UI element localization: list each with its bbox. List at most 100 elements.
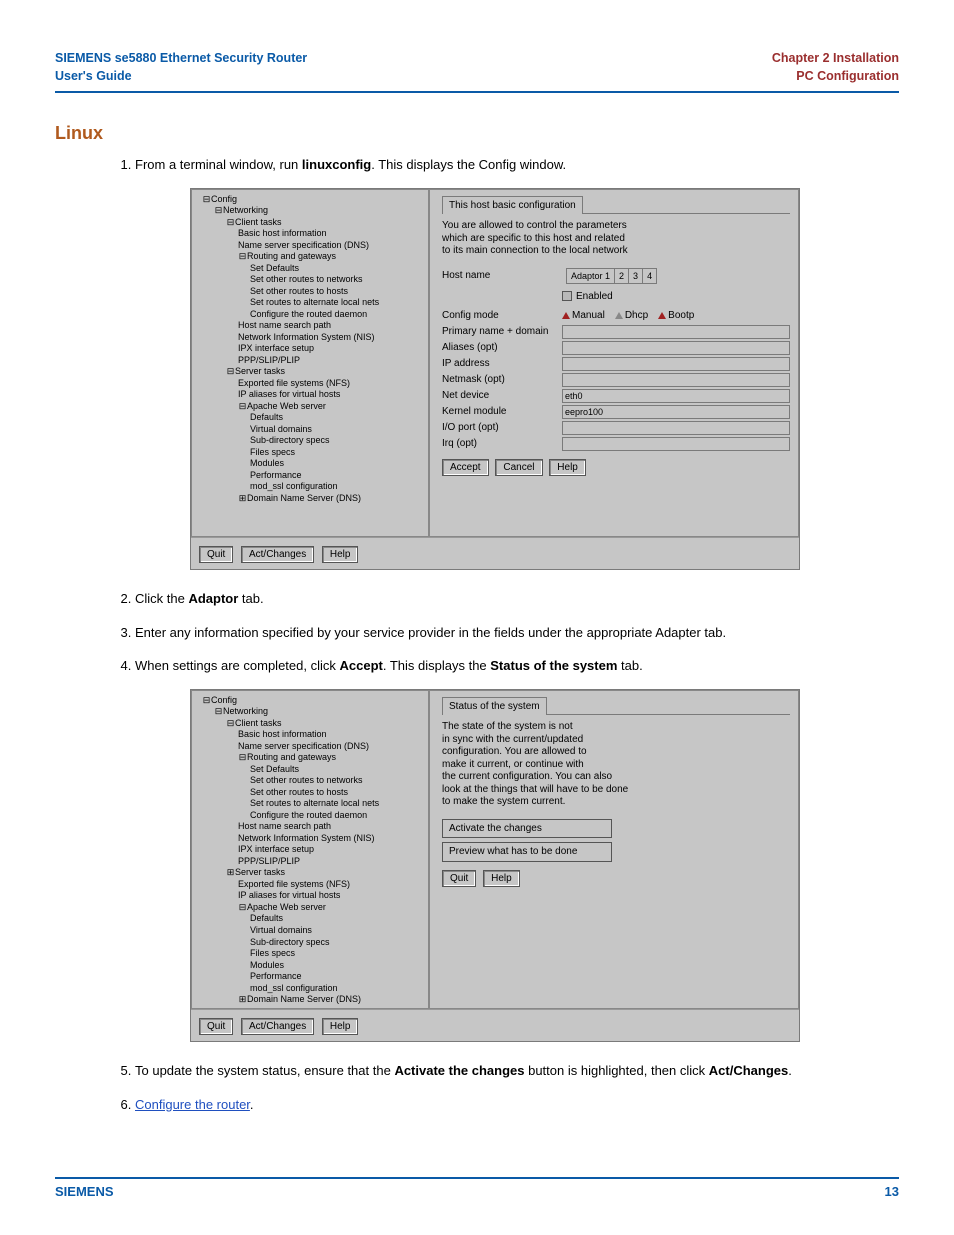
ipaddr-input[interactable] [562,357,790,371]
footer-brand: SIEMENS [55,1184,114,1199]
tree-nis[interactable]: Network Information System (NIS) [194,332,426,344]
enabled-label: Enabled [576,290,613,304]
tree-apache-defaults[interactable]: Defaults [194,412,426,424]
step-list: From a terminal window, run linuxconfig.… [55,156,899,1113]
netmask-input[interactable] [562,373,790,387]
page-footer: SIEMENS 13 [55,1177,899,1199]
kmod-input[interactable]: eepro100 [562,405,790,419]
tree-mod-ssl[interactable]: mod_ssl configuration [194,481,426,493]
step-2-pre: Click the [135,591,188,606]
status-quit-button[interactable]: Quit [442,870,476,888]
step-3: Enter any information specified by your … [135,624,899,642]
accept-button[interactable]: Accept [442,459,489,477]
form-button-row: Accept Cancel Help [442,459,790,477]
host-config-pane: This host basic configuration You are al… [429,189,799,537]
section-heading: Linux [55,123,899,144]
footer-page-number: 13 [885,1184,899,1199]
configure-router-link[interactable]: Configure the router [135,1097,250,1112]
tree-host-search[interactable]: Host name search path [194,320,426,332]
config-tree-2[interactable]: ⊟Config ⊟Networking ⊟Client tasks Basic … [191,690,429,1009]
header-product: SIEMENS se5880 Ethernet Security Router … [55,50,307,85]
tab-status[interactable]: Status of the system [442,697,547,716]
tab-adaptor-3[interactable]: 3 [629,269,643,283]
tree-apache: ⊟Apache Web server [194,401,426,413]
status-message: The state of the system is not in sync w… [442,721,790,809]
tree-ipx[interactable]: IPX interface setup [194,343,426,355]
activate-changes-button[interactable]: Activate the changes [442,819,612,839]
screenshot-status-window: ⊟Config ⊟Networking ⊟Client tasks Basic … [190,689,800,1042]
config-mode-label: Config mode [442,309,562,323]
kmod-row: Kernel moduleeepro100 [442,405,790,419]
aliases-row: Aliases (opt) [442,341,790,355]
step-5: To update the system status, ensure that… [135,1062,899,1080]
help-button[interactable]: Help [549,459,586,477]
header-product-line1: SIEMENS se5880 Ethernet Security Router [55,50,307,68]
act-changes-button-2[interactable]: Act/Changes [241,1018,314,1036]
act-changes-button[interactable]: Act/Changes [241,546,314,564]
ipaddr-row: IP address [442,357,790,371]
preview-button[interactable]: Preview what has to be done [442,842,612,862]
step-2-bold: Adaptor [188,591,238,606]
tree-basic-host[interactable]: Basic host information [194,228,426,240]
tree-routes-hosts[interactable]: Set other routes to hosts [194,286,426,298]
step-4: When settings are completed, click Accep… [135,657,899,1042]
tree-dns-spec[interactable]: Name server specification (DNS) [194,240,426,252]
radio-manual[interactable]: Manual [562,309,605,323]
irq-input[interactable] [562,437,790,451]
config-intro: You are allowed to control the parameter… [442,220,790,258]
tree-ip-aliases[interactable]: IP aliases for virtual hosts [194,389,426,401]
step-1-bold: linuxconfig [302,157,371,172]
quit-button[interactable]: Quit [199,546,233,564]
irq-row: Irq (opt) [442,437,790,451]
hostname-row: Host name Adaptor 1 2 3 4 [442,268,790,284]
tab-adaptor-1[interactable]: Adaptor 1 [567,269,615,283]
tree-subdir[interactable]: Sub-directory specs [194,435,426,447]
tree-modules[interactable]: Modules [194,458,426,470]
tree-vdomains[interactable]: Virtual domains [194,424,426,436]
window-bottom-buttons-2: Quit Act/Changes Help [191,1009,799,1042]
tree-performance[interactable]: Performance [194,470,426,482]
tree-ppp[interactable]: PPP/SLIP/PLIP [194,355,426,367]
tree-client-tasks: ⊟Client tasks [194,217,426,229]
header-chapter: Chapter 2 Installation PC Configuration [772,50,899,85]
tree-routing: ⊟Routing and gateways [194,251,426,263]
radio-bootp[interactable]: Bootp [658,309,694,323]
tree-nfs[interactable]: Exported file systems (NFS) [194,378,426,390]
hostname-label: Host name [442,269,562,283]
primary-input[interactable] [562,325,790,339]
tree-set-defaults[interactable]: Set Defaults [194,263,426,275]
tab-adaptor-2[interactable]: 2 [615,269,629,283]
tree-files-specs[interactable]: Files specs [194,447,426,459]
header-chapter-line2: PC Configuration [772,68,899,86]
enabled-checkbox[interactable] [562,291,572,301]
help-button-bottom-2[interactable]: Help [322,1018,359,1036]
step-1-pre: From a terminal window, run [135,157,302,172]
step-2: Click the Adaptor tab. [135,590,899,608]
step-1-post: . This displays the Config window. [371,157,566,172]
netdev-input[interactable]: eth0 [562,389,790,403]
tree-routed[interactable]: Configure the routed daemon [194,309,426,321]
config-tree[interactable]: ⊟Config ⊟Networking ⊟Client tasks Basic … [191,189,429,537]
status-pane: Status of the system The state of the sy… [429,690,799,1009]
header-product-line2: User's Guide [55,68,307,86]
ioport-row: I/O port (opt) [442,421,790,435]
status-help-button[interactable]: Help [483,870,520,888]
aliases-input[interactable] [562,341,790,355]
tree-routes-nets[interactable]: Set other routes to networks [194,274,426,286]
step-1: From a terminal window, run linuxconfig.… [135,156,899,570]
help-button-bottom[interactable]: Help [322,546,359,564]
tree-routes-alt[interactable]: Set routes to alternate local nets [194,297,426,309]
tab-host-basic[interactable]: This host basic configuration [442,196,583,215]
window-bottom-buttons: Quit Act/Changes Help [191,537,799,570]
cancel-button[interactable]: Cancel [495,459,542,477]
screenshot-config-window: ⊟Config ⊟Networking ⊟Client tasks Basic … [190,188,800,571]
radio-dhcp[interactable]: Dhcp [615,309,648,323]
ioport-input[interactable] [562,421,790,435]
config-mode-row: Config mode Manual Dhcp Bootp [442,309,790,323]
tab-adaptor-4[interactable]: 4 [643,269,656,283]
adaptor-tabs[interactable]: Adaptor 1 2 3 4 [566,268,657,284]
quit-button-2[interactable]: Quit [199,1018,233,1036]
enabled-row: Enabled [442,290,790,304]
tree-networking: ⊟Networking [194,205,426,217]
header-chapter-line1: Chapter 2 Installation [772,50,899,68]
